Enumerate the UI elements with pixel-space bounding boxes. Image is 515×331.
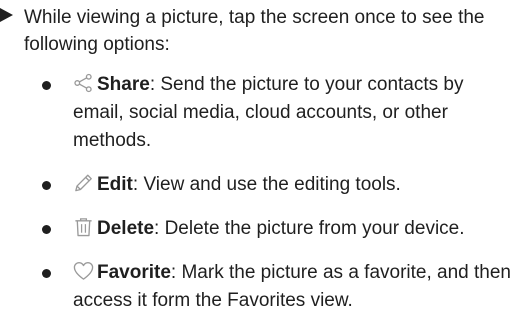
- options-list: Share: Send the picture to your contacts…: [0, 71, 515, 331]
- bullet-dot: [42, 269, 51, 278]
- option-description: : Delete the picture from your device.: [154, 218, 465, 239]
- option-term: Favorite: [97, 262, 171, 283]
- bullet-dot: [42, 225, 51, 234]
- instruction-page: While viewing a picture, tap the screen …: [0, 0, 515, 320]
- bullet-dot: [42, 181, 51, 190]
- option-description: : View and use the editing tools.: [132, 174, 401, 195]
- intro-text: While viewing a picture, tap the screen …: [24, 7, 485, 55]
- share-icon: [73, 72, 94, 94]
- delete-icon: [73, 216, 94, 238]
- edit-icon: [73, 172, 94, 194]
- option-edit: Edit: View and use the editing tools.: [0, 171, 513, 199]
- arrow-right-icon: [0, 8, 13, 22]
- favorite-icon: [73, 260, 94, 282]
- bullet-dot: [42, 81, 51, 90]
- option-favorite: Favorite: Mark the picture as a favorite…: [0, 259, 513, 315]
- option-delete: Delete: Delete the picture from your dev…: [0, 215, 513, 243]
- option-share: Share: Send the picture to your contacts…: [0, 71, 513, 155]
- option-term: Share: [97, 74, 150, 95]
- option-term: Delete: [97, 218, 155, 239]
- option-term: Edit: [97, 174, 133, 195]
